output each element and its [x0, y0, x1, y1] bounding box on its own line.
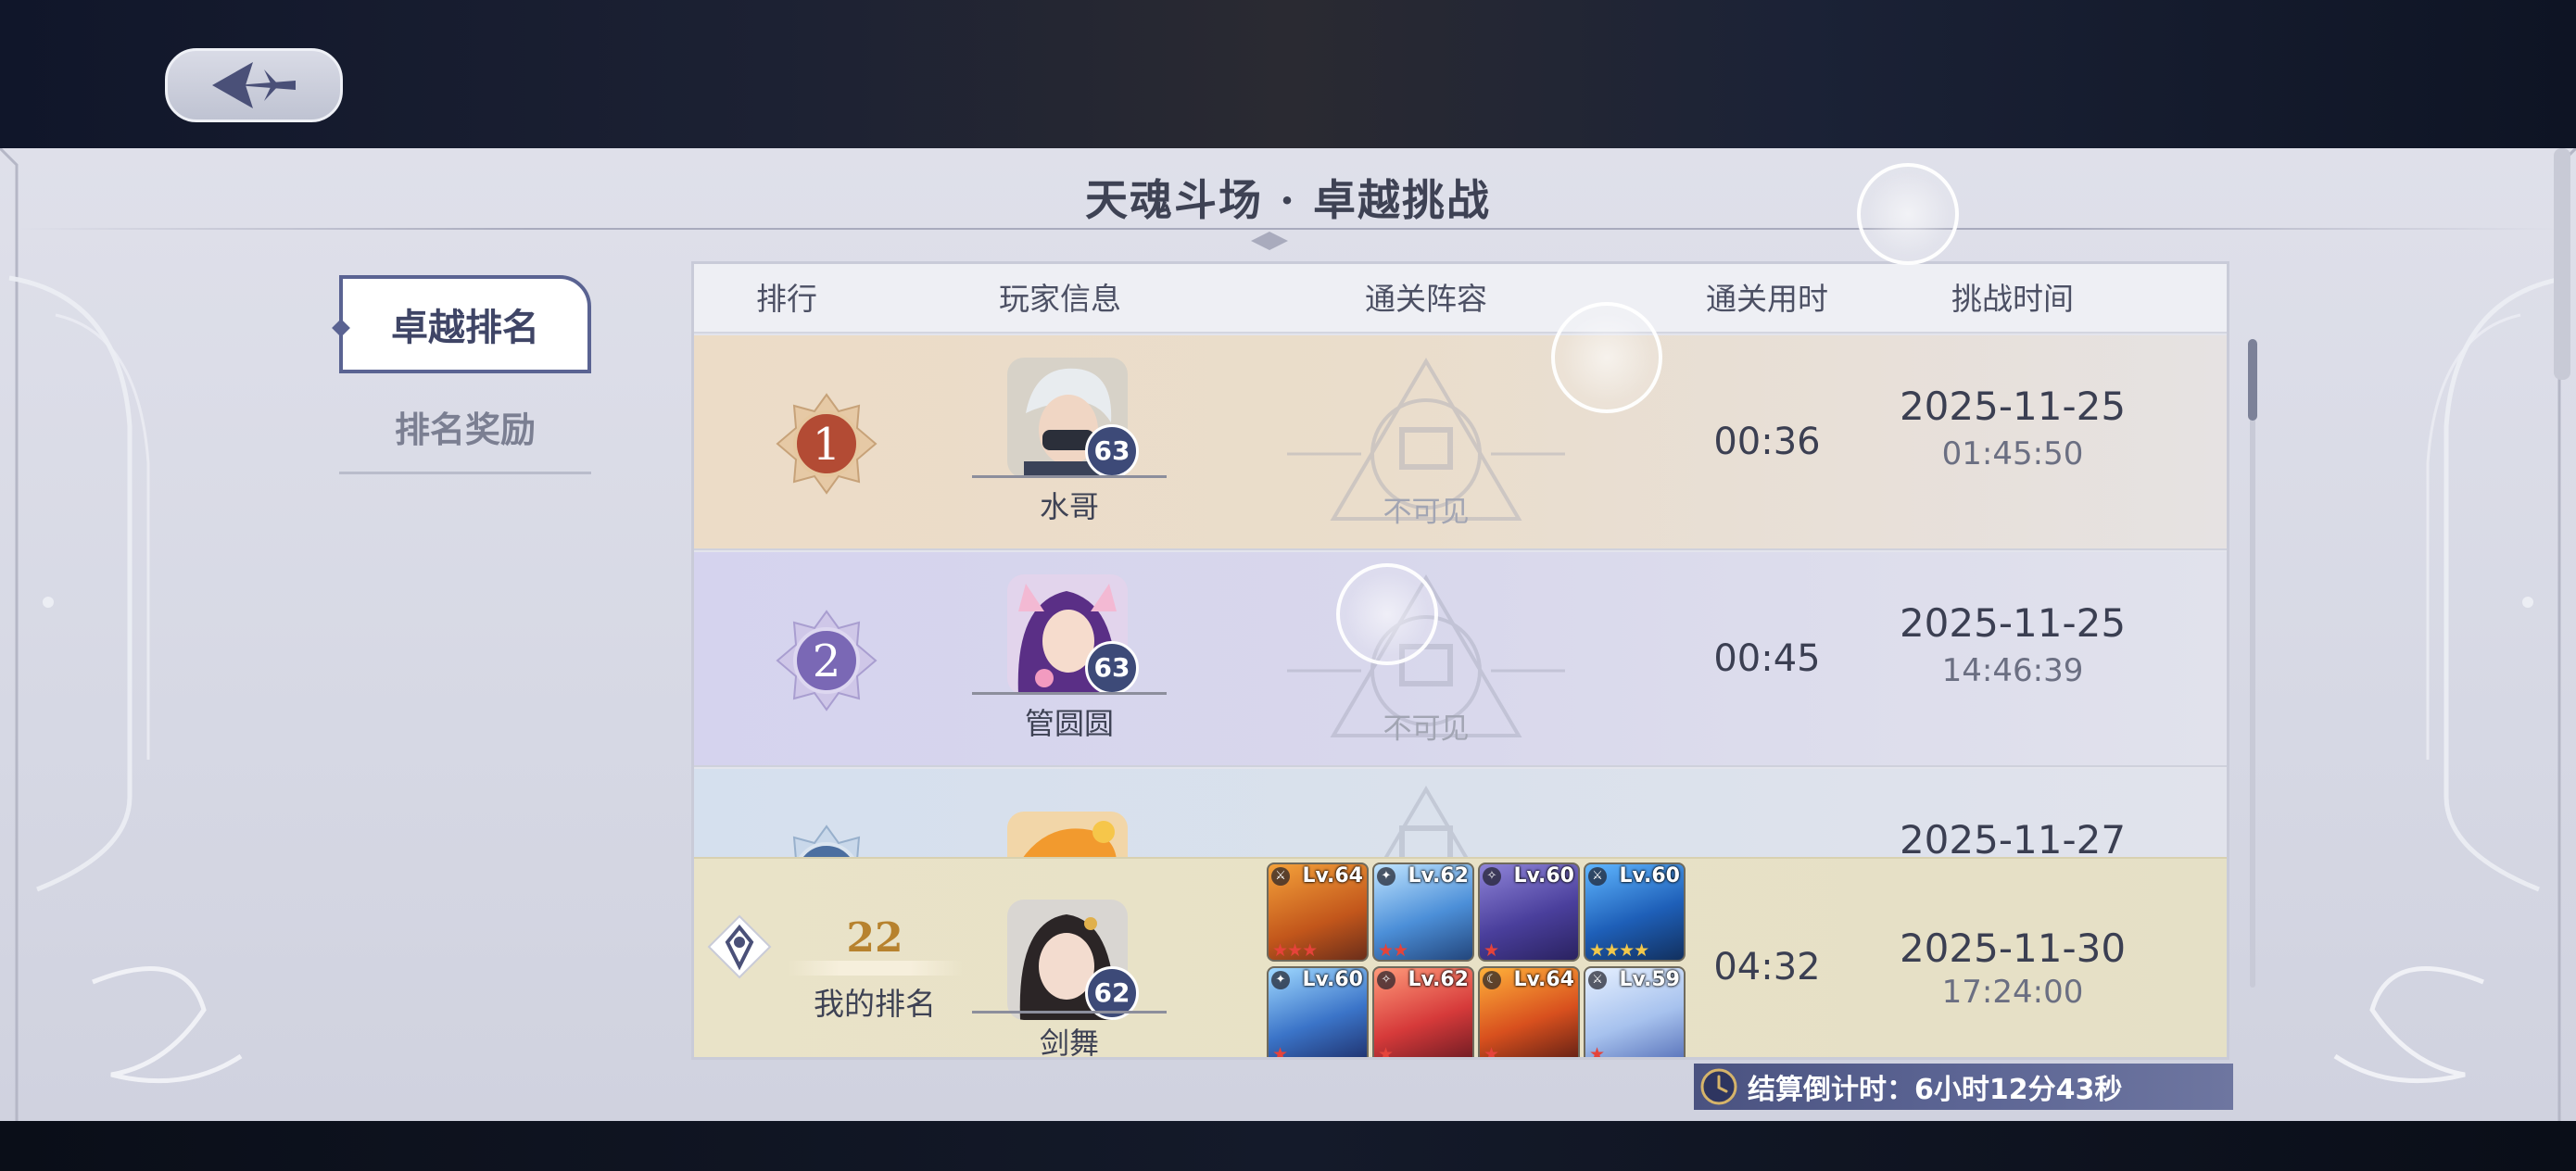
- clock-icon: [1700, 1068, 1737, 1105]
- tab-label: 排名奖励: [394, 409, 536, 450]
- hero-card[interactable]: ✧ Lv.60 ★: [1478, 863, 1580, 962]
- challenge-time: 17:24:00: [1941, 974, 2084, 1011]
- hero-card[interactable]: ✦ Lv.62 ★★: [1372, 863, 1474, 962]
- my-rank-highlight: [787, 961, 963, 976]
- table-row[interactable]: 2 63 管圆圆 不可见 00:45 2025-11-25 14:46:39: [694, 552, 2227, 767]
- decorative-bubble: [1551, 302, 1662, 413]
- lineup-hidden-label: 不可见: [1383, 712, 1470, 746]
- column-header-challenge-time: 挑战时间: [1951, 281, 2074, 317]
- hero-stars: ★: [1589, 1044, 1605, 1060]
- tab-ranking-rewards[interactable]: 排名奖励: [339, 382, 591, 474]
- player-avatar[interactable]: 62: [1007, 900, 1146, 1039]
- page-title: 天魂斗场 · 卓越挑战: [1084, 175, 1492, 225]
- hero-level: Lv.60: [1513, 864, 1574, 888]
- column-header-player: 玩家信息: [999, 281, 1121, 317]
- tab-active-marker: [332, 319, 350, 337]
- tab-label: 卓越排名: [391, 306, 539, 349]
- name-divider: [972, 1011, 1167, 1014]
- lineup-hidden-label: 不可见: [1383, 496, 1470, 529]
- hero-card[interactable]: ⚔ Lv.64 ★★★: [1267, 863, 1369, 962]
- class-icon: ⚔: [1271, 867, 1290, 886]
- hero-level: Lv.60: [1619, 864, 1680, 888]
- hero-level: Lv.62: [1408, 864, 1469, 888]
- title-divider: [19, 228, 2557, 230]
- clear-time: 00:45: [1713, 637, 1821, 680]
- player-name: 管圆圆: [1024, 706, 1114, 741]
- player-level-badge: 63: [1085, 641, 1139, 695]
- class-icon: ✦: [1271, 971, 1290, 989]
- countdown-text: 结算倒计时：6小时12分43秒: [1748, 1074, 2123, 1106]
- challenge-date: 2025-11-25: [1899, 600, 2127, 646]
- hero-stars: ★: [1378, 1044, 1394, 1060]
- hero-level: Lv.64: [1513, 968, 1574, 991]
- clear-time: 00:36: [1713, 421, 1821, 463]
- hero-level: Lv.60: [1302, 968, 1363, 991]
- my-lineup-grid: ⚔ Lv.64 ★★★ ✦ Lv.62 ★★ ✧ Lv.60 ★ ⚔ Lv.60: [1267, 863, 1689, 1060]
- player-level-badge: 63: [1085, 424, 1139, 478]
- back-button[interactable]: [165, 48, 343, 122]
- hero-card[interactable]: ☾ Lv.64 ★: [1478, 966, 1580, 1060]
- hero-card[interactable]: ✦ Lv.60 ★: [1267, 966, 1369, 1060]
- table-scroll-track[interactable]: [2250, 339, 2255, 988]
- name-divider: [972, 475, 1167, 478]
- hero-stars: ★★: [1378, 940, 1408, 961]
- page-scrollbar[interactable]: [2554, 148, 2570, 380]
- column-header-clear-time: 通关用时: [1706, 281, 1828, 317]
- hero-stars: ★: [1484, 940, 1499, 961]
- hero-stars: ★: [1272, 1044, 1288, 1060]
- class-icon: ⚔: [1588, 867, 1607, 886]
- rank-1-medal-icon: 1: [776, 393, 878, 495]
- player-name: 水哥: [1039, 489, 1099, 524]
- challenge-date: 2025-11-27: [1899, 817, 2127, 863]
- class-icon: ☾: [1483, 971, 1501, 989]
- hero-stars: ★★★: [1272, 940, 1318, 961]
- rank-number: 1: [813, 419, 841, 471]
- class-icon: ⚔: [1588, 971, 1607, 989]
- my-rank-row[interactable]: 22 我的排名 62 剑舞 ⚔ Lv.64 ★★★ ✦ Lv.62 ★★ ✧ L…: [694, 857, 2227, 1060]
- my-rank-label: 我的排名: [814, 986, 936, 1022]
- name-divider: [972, 692, 1167, 695]
- decorative-bubble: [1857, 163, 1959, 265]
- challenge-time: 14:46:39: [1941, 652, 2084, 689]
- class-icon: ✧: [1483, 867, 1501, 886]
- hero-card[interactable]: ✧ Lv.62 ★: [1372, 966, 1474, 1060]
- player-name: 剑舞: [1039, 1026, 1099, 1060]
- column-header-lineup: 通关阵容: [1365, 281, 1487, 317]
- main-panel: 天魂斗场 · 卓越挑战 卓越排名 排名奖励 排行 玩家信息 通关阵容 通关用时 …: [0, 148, 2576, 1121]
- settlement-countdown: 结算倒计时：6小时12分43秒: [1694, 1064, 2233, 1110]
- challenge-date: 2025-11-30: [1899, 925, 2127, 971]
- hero-level: Lv.64: [1302, 864, 1363, 888]
- ranking-table: 排行 玩家信息 通关阵容 通关用时 挑战时间 1 63 水哥 不可见 00:36…: [691, 261, 2229, 1060]
- table-row[interactable]: 1 63 水哥 不可见 00:36 2025-11-25 01:45:50: [694, 335, 2227, 550]
- tab-excellence-ranking[interactable]: 卓越排名: [332, 275, 591, 373]
- challenge-time: 01:45:50: [1941, 435, 2084, 472]
- decorative-bubble: [1336, 563, 1438, 665]
- bottom-backdrop: [0, 1121, 2576, 1171]
- challenge-date: 2025-11-25: [1899, 384, 2127, 429]
- hero-level: Lv.62: [1408, 968, 1469, 991]
- table-scrollbar-thumb[interactable]: [2248, 339, 2257, 421]
- rank-number: 2: [813, 636, 841, 687]
- hero-stars: ★★★★: [1589, 940, 1649, 961]
- my-rank-emblem-icon: [707, 914, 772, 979]
- clear-time: 04:32: [1713, 946, 1821, 988]
- class-icon: ✧: [1377, 971, 1395, 989]
- table-header: 排行 玩家信息 通关阵容 通关用时 挑战时间: [694, 264, 2227, 334]
- hero-stars: ★: [1484, 1044, 1499, 1060]
- back-arrow-icon: [212, 62, 296, 108]
- top-backdrop: [0, 0, 2576, 148]
- column-header-rank: 排行: [756, 281, 817, 317]
- my-rank-number: 22: [846, 914, 903, 962]
- rank-2-medal-icon: 2: [776, 610, 878, 711]
- class-icon: ✦: [1377, 867, 1395, 886]
